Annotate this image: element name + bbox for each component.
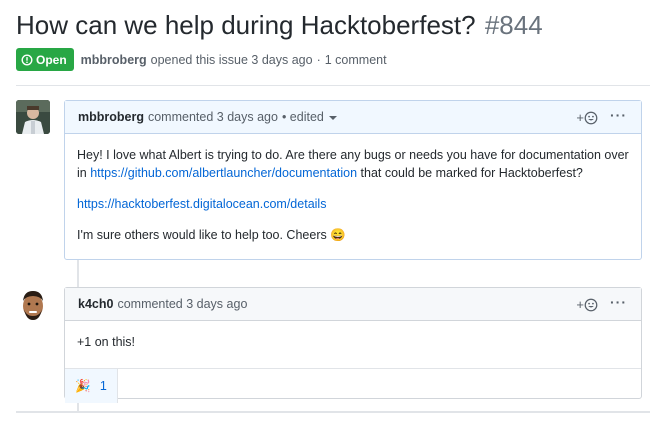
- comment-paragraph: https://hacktoberfest.digitalocean.com/d…: [77, 195, 629, 213]
- meta-separator: ·: [316, 52, 321, 67]
- issue-meta: Open mbbroberg opened this issue 3 days …: [16, 48, 387, 71]
- comment-author-link[interactable]: k4ch0: [78, 297, 113, 311]
- comment-box: k4ch0 commented 3 days ago + ··· +1 on t…: [64, 287, 642, 403]
- add-reaction-button[interactable]: +: [576, 297, 598, 312]
- status-label: Open: [36, 52, 67, 67]
- comment-header: k4ch0 commented 3 days ago + ···: [65, 288, 641, 321]
- chevron-down-icon: [328, 115, 337, 120]
- user-photo-icon: [16, 100, 50, 134]
- issue-author-link[interactable]: mbbroberg: [81, 53, 147, 67]
- tada-reaction-button[interactable]: 🎉 1: [65, 369, 118, 403]
- grinning-emoji-icon: 😄: [330, 228, 346, 242]
- issue-title: How can we help during Hacktoberfest?: [16, 10, 476, 40]
- reaction-count: 1: [99, 379, 107, 393]
- comment-timestamp[interactable]: commented 3 days ago: [117, 297, 247, 311]
- user-photo-icon: [16, 287, 50, 321]
- timeline-divider: [16, 411, 650, 413]
- comment-timestamp[interactable]: commented 3 days ago: [148, 110, 278, 124]
- timeline-connector: [77, 259, 79, 287]
- opened-text: opened this issue 3 days ago: [150, 52, 313, 67]
- smiley-icon: [584, 298, 598, 311]
- comment-author-link[interactable]: mbbroberg: [78, 110, 144, 124]
- comment-actions: + ···: [576, 101, 627, 134]
- comment-actions: + ···: [576, 288, 627, 321]
- issue-title-row: How can we help during Hacktoberfest? #8…: [16, 8, 543, 42]
- edited-dropdown[interactable]: • edited: [282, 110, 337, 124]
- kebab-menu-icon[interactable]: ···: [610, 108, 627, 122]
- comment-paragraph: I'm sure others would like to help too. …: [77, 226, 629, 244]
- hacktoberfest-link[interactable]: https://hacktoberfest.digitalocean.com/d…: [77, 197, 326, 211]
- comment-body: Hey! I love what Albert is trying to do.…: [65, 134, 641, 263]
- comment-body: +1 on this!: [65, 321, 641, 368]
- issue-opened-icon: [21, 54, 33, 65]
- comment-text: that could be marked for Hacktoberfest?: [360, 166, 583, 180]
- plus-label: +: [576, 297, 584, 312]
- comment-count: 1 comment: [324, 52, 387, 67]
- smiley-icon: [584, 111, 598, 124]
- documentation-link[interactable]: https://github.com/albertlauncher/docume…: [90, 166, 357, 180]
- tada-icon: 🎉: [75, 378, 91, 393]
- reactions-bar: 🎉 1: [65, 368, 641, 403]
- comment-paragraph: +1 on this!: [77, 333, 629, 351]
- comment-box: mbbroberg commented 3 days ago • edited …: [64, 100, 642, 260]
- avatar[interactable]: [16, 100, 50, 134]
- avatar[interactable]: [16, 287, 50, 321]
- edited-label: • edited: [281, 110, 324, 124]
- issue-number: #844: [484, 10, 543, 40]
- status-badge: Open: [16, 48, 74, 71]
- add-reaction-button[interactable]: +: [576, 110, 598, 125]
- comment-paragraph: Hey! I love what Albert is trying to do.…: [77, 146, 629, 182]
- kebab-menu-icon[interactable]: ···: [610, 295, 627, 309]
- comment-text: +1 on this!: [77, 335, 136, 349]
- comment-text: I'm sure others would like to help too. …: [77, 228, 327, 242]
- plus-label: +: [576, 110, 584, 125]
- header-divider: [16, 85, 650, 86]
- comment-header: mbbroberg commented 3 days ago • edited …: [65, 101, 641, 134]
